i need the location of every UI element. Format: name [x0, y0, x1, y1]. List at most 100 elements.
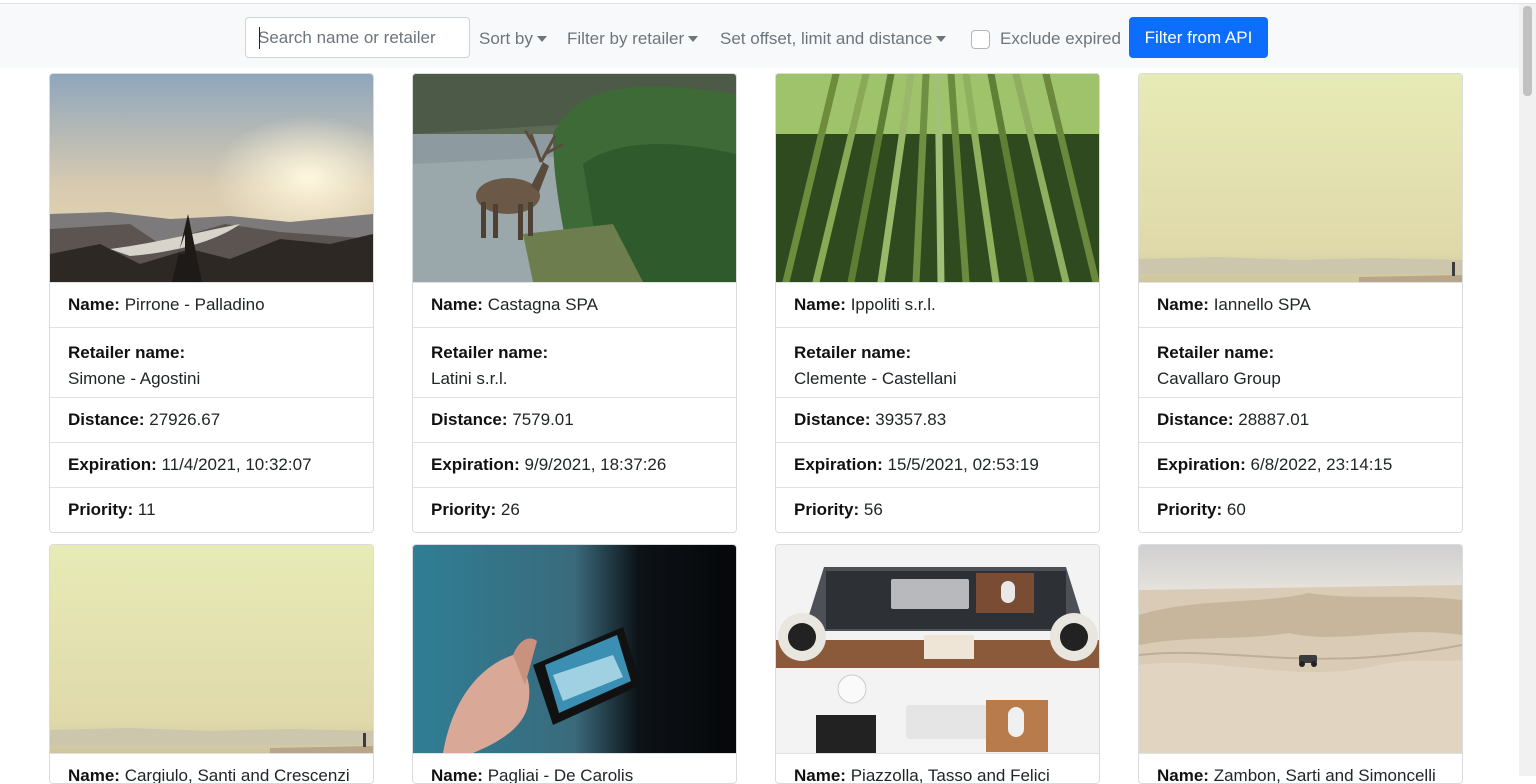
retailer-label: Retailer name:: [68, 343, 186, 362]
offer-card: Name: Pagliai - De Carolis: [412, 544, 737, 784]
offer-name: Zambon, Sarti and Simoncelli: [1213, 766, 1436, 784]
distance-value: 27926.67: [149, 410, 221, 429]
offer-card: Name: Zambon, Sarti and Simoncelli: [1138, 544, 1463, 784]
expiration-value: 11/4/2021, 10:32:07: [161, 455, 312, 474]
card-retailer-row: Retailer name: Clemente - Castellani: [776, 327, 1099, 397]
retailer-label: Retailer name:: [794, 343, 912, 362]
card-image-hazy-horizon: [1139, 74, 1462, 282]
name-label: Name:: [1157, 766, 1209, 784]
card-expiration-row: Expiration: 15/5/2021, 02:53:19: [776, 442, 1099, 487]
card-retailer-row: Retailer name: Latini s.r.l.: [413, 327, 736, 397]
distance-label: Distance:: [794, 410, 871, 429]
offer-name: Ippoliti s.r.l.: [850, 295, 936, 314]
name-label: Name:: [68, 295, 120, 314]
caret-down-icon: [688, 36, 699, 42]
card-image-hazy-horizon: [50, 545, 373, 753]
retailer-label: Retailer name:: [431, 343, 549, 362]
sort-by-dropdown[interactable]: Sort by: [479, 28, 547, 50]
caret-down-icon: [936, 36, 947, 42]
card-name-row: Name: Pagliai - De Carolis: [413, 753, 736, 784]
offer-card: Name: Cargiulo, Santi and Crescenzi: [49, 544, 374, 784]
exclude-expired-label: Exclude expired: [1000, 29, 1121, 48]
card-distance-row: Distance: 39357.83: [776, 397, 1099, 442]
card-priority-row: Priority: 56: [776, 487, 1099, 532]
name-label: Name:: [1157, 295, 1209, 314]
name-label: Name:: [794, 295, 846, 314]
name-label: Name:: [431, 295, 483, 314]
text-cursor: [259, 27, 260, 49]
card-image-phone-photo: [413, 545, 736, 753]
expiration-label: Expiration:: [68, 455, 157, 474]
card-priority-row: Priority: 11: [50, 487, 373, 532]
filter-from-api-button[interactable]: Filter from API: [1129, 17, 1268, 58]
name-label: Name:: [68, 766, 120, 784]
filter-by-retailer-dropdown[interactable]: Filter by retailer: [567, 28, 699, 50]
priority-value: 56: [863, 500, 883, 519]
card-name-row: Name: Piazzolla, Tasso and Felici: [776, 753, 1099, 784]
filter-by-retailer-label: Filter by retailer: [567, 29, 685, 48]
card-image-desk-setup: [776, 545, 1099, 753]
card-distance-row: Distance: 28887.01: [1139, 397, 1462, 442]
expiration-label: Expiration:: [1157, 455, 1246, 474]
offer-name: Pagliai - De Carolis: [487, 766, 634, 784]
card-distance-row: Distance: 7579.01: [413, 397, 736, 442]
expiration-label: Expiration:: [794, 455, 883, 474]
card-name-row: Name: Castagna SPA: [413, 282, 736, 327]
offer-name: Piazzolla, Tasso and Felici: [850, 766, 1050, 784]
offer-card: Name: Pirrone - Palladino Retailer name:…: [49, 73, 374, 533]
name-label: Name:: [431, 766, 483, 784]
distance-label: Distance:: [431, 410, 508, 429]
card-expiration-row: Expiration: 11/4/2021, 10:32:07: [50, 442, 373, 487]
card-name-row: Name: Ippoliti s.r.l.: [776, 282, 1099, 327]
offset-limit-distance-dropdown[interactable]: Set offset, limit and distance: [720, 28, 947, 50]
exclude-expired-toggle[interactable]: Exclude expired: [971, 28, 1121, 50]
card-retailer-row: Retailer name: Simone - Agostini: [50, 327, 373, 397]
card-retailer-row: Retailer name: Cavallaro Group: [1139, 327, 1462, 397]
card-image-bamboo-forest: [776, 74, 1099, 282]
priority-value: 11: [137, 500, 156, 519]
offer-name: Castagna SPA: [487, 295, 598, 314]
exclude-expired-checkbox[interactable]: [971, 29, 990, 49]
offer-card: Name: Iannello SPA Retailer name: Cavalla…: [1138, 73, 1463, 533]
retailer-label: Retailer name:: [1157, 343, 1275, 362]
priority-label: Priority:: [794, 500, 860, 519]
priority-value: 26: [500, 500, 520, 519]
expiration-value: 15/5/2021, 02:53:19: [887, 455, 1039, 474]
distance-label: Distance:: [68, 410, 145, 429]
distance-label: Distance:: [1157, 410, 1234, 429]
offer-card: Name: Castagna SPA Retailer name: Latini …: [412, 73, 737, 533]
offer-card: Name: Ippoliti s.r.l. Retailer name: Clem…: [775, 73, 1100, 533]
offer-card: Name: Piazzolla, Tasso and Felici: [775, 544, 1100, 784]
priority-value: 60: [1226, 500, 1246, 519]
card-image-desert-dunes: [1139, 545, 1462, 753]
card-name-row: Name: Zambon, Sarti and Simoncelli: [1139, 753, 1462, 784]
card-expiration-row: Expiration: 6/8/2022, 23:14:15: [1139, 442, 1462, 487]
card-distance-row: Distance: 27926.67: [50, 397, 373, 442]
card-name-row: Name: Pirrone - Palladino: [50, 282, 373, 327]
card-priority-row: Priority: 60: [1139, 487, 1462, 532]
priority-label: Priority:: [431, 500, 497, 519]
page-scrollbar[interactable]: [1519, 4, 1536, 776]
offer-name: Iannello SPA: [1213, 295, 1311, 314]
search-input[interactable]: [245, 17, 470, 58]
scrollbar-thumb[interactable]: [1523, 6, 1532, 96]
card-name-row: Name: Cargiulo, Santi and Crescenzi: [50, 753, 373, 784]
card-priority-row: Priority: 26: [413, 487, 736, 532]
expiration-value: 9/9/2021, 18:37:26: [524, 455, 667, 474]
filter-toolbar: Sort by Filter by retailer Set offset, l…: [0, 4, 1536, 68]
retailer-name: Cavallaro Group: [1157, 369, 1281, 388]
offer-name: Cargiulo, Santi and Crescenzi: [124, 766, 350, 784]
expiration-value: 6/8/2022, 23:14:15: [1250, 455, 1393, 474]
retailer-name: Latini s.r.l.: [431, 369, 508, 388]
distance-value: 28887.01: [1238, 410, 1310, 429]
retailer-name: Clemente - Castellani: [794, 369, 957, 388]
expiration-label: Expiration:: [431, 455, 520, 474]
card-expiration-row: Expiration: 9/9/2021, 18:37:26: [413, 442, 736, 487]
card-name-row: Name: Iannello SPA: [1139, 282, 1462, 327]
priority-label: Priority:: [68, 500, 134, 519]
caret-down-icon: [536, 36, 547, 42]
retailer-name: Simone - Agostini: [68, 369, 201, 388]
offset-limit-distance-label: Set offset, limit and distance: [720, 29, 933, 48]
card-image-deer-river: [413, 74, 736, 282]
priority-label: Priority:: [1157, 500, 1223, 519]
